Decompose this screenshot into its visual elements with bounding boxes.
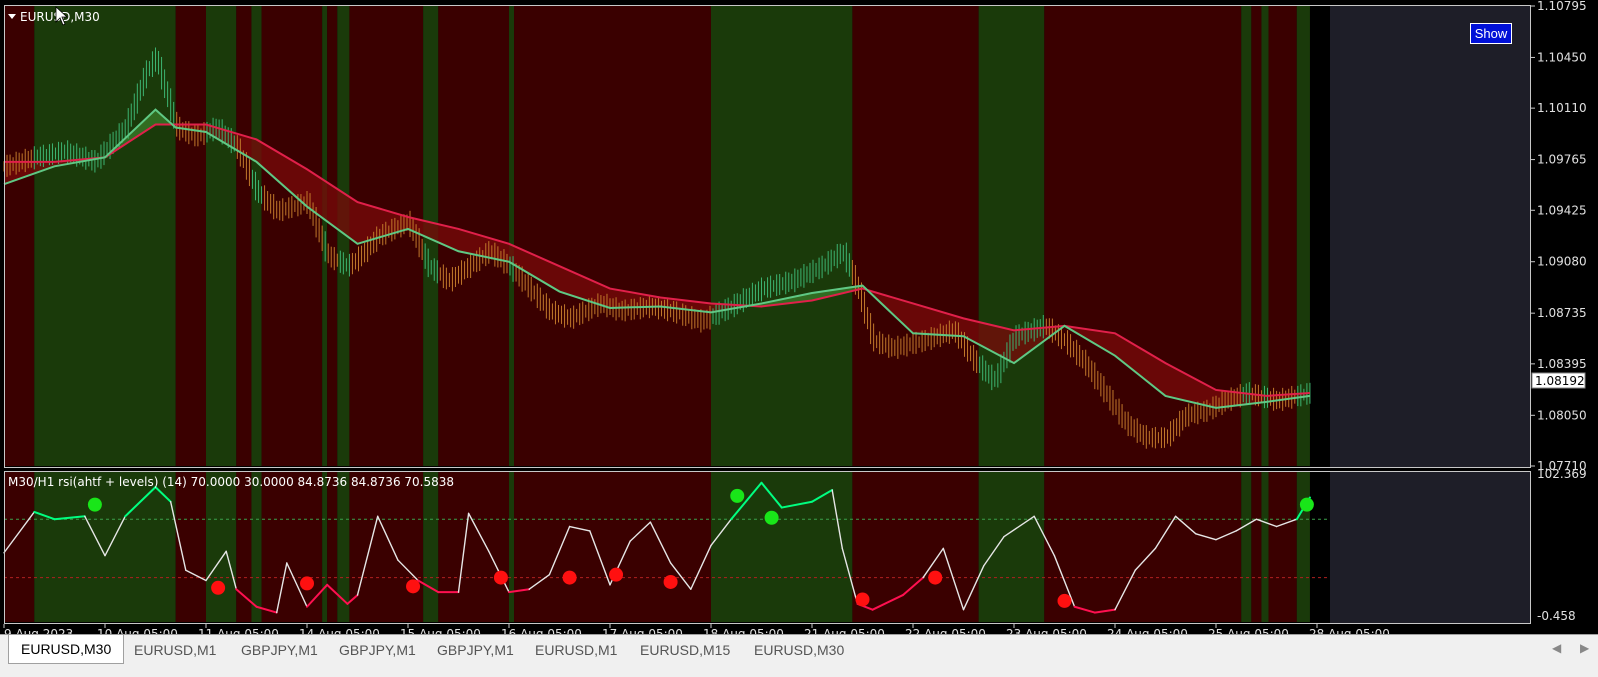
- rsi-signal-dot-down: [211, 580, 226, 595]
- rsi-signal-dot-up: [764, 510, 779, 525]
- price-tick-label: 1.08395: [1537, 357, 1587, 371]
- regime-band-down: [327, 6, 338, 466]
- regime-band-up: [251, 6, 262, 466]
- time-tick-label: 10 Aug 05:00: [97, 627, 178, 634]
- rsi-empty-area: [1330, 472, 1530, 624]
- rsi-regime-band-up: [251, 472, 262, 622]
- rsi-signal-dot-down: [609, 567, 624, 582]
- regime-band-down: [514, 6, 711, 466]
- rsi-regime-band-up: [34, 472, 176, 622]
- time-tick-label: 9 Aug 2023: [4, 627, 73, 634]
- rsi-signal-dot-down: [300, 576, 314, 591]
- rsi-signal-dot-up: [730, 488, 745, 503]
- tab-eurusd-m30-2[interactable]: EURUSD,M30: [742, 638, 856, 662]
- chart-canvas[interactable]: EURUSD,M30 M30/H1 rsi(ahtf + levels) (14…: [0, 0, 1598, 641]
- regime-band-up: [978, 6, 1045, 466]
- time-tick-label: 16 Aug 05:00: [501, 627, 582, 634]
- rsi-signal-dot-down: [855, 592, 870, 607]
- rsi-regime-background: [4, 472, 1310, 622]
- time-tick-label: 14 Aug 05:00: [299, 627, 380, 634]
- rsi-regime-band-up: [509, 472, 515, 622]
- rsi-signal-dot-down: [493, 570, 508, 585]
- rsi-regime-band-up: [322, 472, 328, 622]
- regime-band-up: [34, 6, 176, 466]
- regime-band-up: [322, 6, 328, 466]
- rsi-signal-dot-up: [1299, 497, 1314, 512]
- time-tick-label: 21 Aug 05:00: [804, 627, 885, 634]
- regime-band-down: [175, 6, 206, 466]
- regime-band-up: [711, 6, 853, 466]
- regime-band-down: [236, 6, 252, 466]
- rsi-signal-dot-down: [1057, 593, 1072, 608]
- rsi-regime-band-up: [206, 472, 237, 622]
- price-tick-label: 1.08735: [1537, 306, 1587, 320]
- time-tick-label: 25 Aug 05:00: [1208, 627, 1289, 634]
- regime-band-down: [852, 6, 979, 466]
- rsi-regime-band-down: [1044, 472, 1242, 622]
- rsi-signal-dot-up: [87, 497, 102, 512]
- price-tick-label: 1.10110: [1537, 101, 1587, 115]
- rsi-regime-band-down: [349, 472, 424, 622]
- price-tick-label: 1.10795: [1537, 0, 1587, 13]
- regime-band-up: [206, 6, 237, 466]
- tab-gbpjpy-m1-3[interactable]: GBPJPY,M1: [425, 638, 526, 662]
- price-scale: 1.10795 1.10450 1.10110 1.09765 1.09425 1.090…: [1531, 0, 1587, 473]
- tab-eurusd-m1[interactable]: EURUSD,M1: [122, 638, 228, 662]
- main-empty-area: [1330, 5, 1530, 467]
- tab-gbpjpy-m1-2[interactable]: GBPJPY,M1: [327, 638, 428, 662]
- time-tick-label: 22 Aug 05:00: [905, 627, 986, 634]
- rsi-regime-band-up: [423, 472, 439, 622]
- time-tick-label: 18 Aug 05:00: [703, 627, 784, 634]
- rsi-signal-dot-down: [406, 579, 421, 594]
- rsi-signal-dot-down: [562, 570, 577, 585]
- rsi-scale: 102.369 -0.458: [1537, 467, 1587, 623]
- regime-band-up: [509, 6, 515, 466]
- rsi-regime-band-down: [514, 472, 711, 622]
- tab-gbpjpy-m1[interactable]: GBPJPY,M1: [229, 638, 330, 662]
- chart-window[interactable]: EURUSD,M30 M30/H1 rsi(ahtf + levels) (14…: [0, 0, 1598, 641]
- rsi-signal-dot-down: [928, 570, 943, 585]
- price-tick-label: 1.09425: [1537, 203, 1587, 217]
- time-tick-label: 28 Aug 05:00: [1309, 627, 1390, 634]
- regime-band-down: [4, 6, 35, 466]
- time-tick-label: 17 Aug 05:00: [602, 627, 683, 634]
- time-tick-label: 24 Aug 05:00: [1107, 627, 1188, 634]
- tab-eurusd-m1-2[interactable]: EURUSD,M1: [523, 638, 629, 662]
- rsi-title: M30/H1 rsi(ahtf + levels) (14) 70.0000 3…: [8, 475, 454, 489]
- chart-tab-bar: EURUSD,M30 EURUSD,M1 GBPJPY,M1 GBPJPY,M1…: [0, 634, 1598, 677]
- rsi-regime-band-down: [327, 472, 338, 622]
- time-tick-label: 11 Aug 05:00: [198, 627, 279, 634]
- time-scale: 9 Aug 2023 10 Aug 05:00 11 Aug 05:00 14 Aug…: [3, 624, 1390, 641]
- tab-eurusd-m30[interactable]: EURUSD,M30: [8, 635, 125, 664]
- time-tick-label: 15 Aug 05:00: [400, 627, 481, 634]
- current-price-label: 1.08192: [1535, 374, 1585, 388]
- tab-scroll-left-icon[interactable]: ◀: [1552, 641, 1561, 655]
- main-regime-background: [4, 6, 1310, 466]
- rsi-regime-band-up: [1261, 472, 1269, 622]
- rsi-regime-band-down: [1268, 472, 1297, 622]
- show-button[interactable]: Show: [1470, 23, 1512, 44]
- price-tick-label: 1.09765: [1537, 153, 1587, 167]
- rsi-scale-top: 102.369: [1537, 467, 1587, 481]
- rsi-scale-bottom: -0.458: [1537, 609, 1576, 623]
- rsi-regime-band-down: [438, 472, 509, 622]
- time-tick-label: 23 Aug 05:00: [1006, 627, 1087, 634]
- rsi-regime-band-down: [1251, 472, 1262, 622]
- regime-band-down: [261, 6, 323, 466]
- rsi-regime-band-up: [1241, 472, 1252, 622]
- rsi-regime-band-up: [1296, 472, 1310, 622]
- rsi-regime-band-up: [978, 472, 1045, 622]
- price-tick-label: 1.10450: [1537, 50, 1587, 64]
- price-tick-label: 1.09080: [1537, 255, 1587, 269]
- tab-scroll-right-icon[interactable]: ▶: [1580, 641, 1589, 655]
- tab-eurusd-m15[interactable]: EURUSD,M15: [628, 638, 742, 662]
- price-tick-label: 1.08050: [1537, 408, 1587, 422]
- rsi-signal-dot-down: [663, 574, 678, 589]
